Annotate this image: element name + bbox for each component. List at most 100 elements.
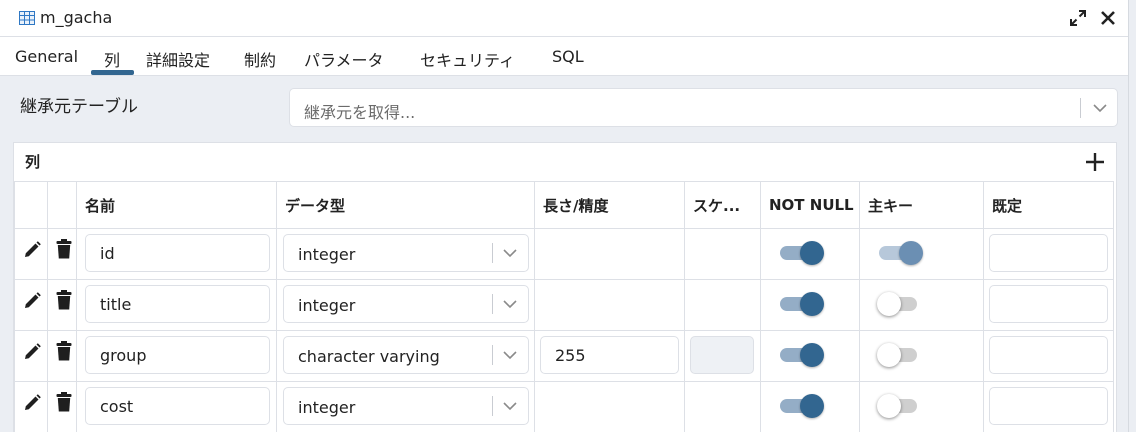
trash-icon[interactable] [56,239,72,259]
tab-columns[interactable]: 列 [104,47,120,71]
column-name-value: title [100,295,132,314]
column-name-value: id [100,244,115,263]
chevron-down-icon[interactable] [501,244,519,262]
tab-constraints[interactable]: 制約 [244,47,276,71]
dialog-title-bar: m_gacha [0,0,1128,37]
primary-key-toggle[interactable] [877,394,925,418]
trash-icon[interactable] [56,341,72,361]
datatype-select[interactable]: integer [283,234,529,272]
delete-cell [47,228,77,280]
pencil-icon[interactable] [22,393,42,413]
datatype-select[interactable]: integer [283,387,529,425]
datatype-value: integer [298,398,356,417]
select-divider [1080,98,1081,118]
default-input[interactable] [989,234,1108,272]
pencil-icon[interactable] [22,240,42,260]
scale-cell [684,228,761,280]
header-edit [14,181,48,229]
scale-cell [684,381,761,432]
header-length: 長さ/精度 [534,181,685,229]
table-header-row: 名前 データ型 長さ/精度 スケ... NOT NULL 主キー 既定 [14,181,1114,229]
edit-cell [14,381,48,432]
default-input[interactable] [989,387,1108,425]
header-scale: スケ... [684,181,761,229]
length-cell [534,381,685,432]
datatype-value: integer [298,245,356,264]
length-cell [534,279,685,331]
trash-icon[interactable] [56,290,72,310]
tab-general[interactable]: General [15,47,78,66]
column-name-value: group [100,346,147,365]
table-row: group character varying 255 [14,330,1114,382]
datatype-cell: integer [276,279,535,331]
default-input[interactable] [989,285,1108,323]
scale-input[interactable] [690,336,754,374]
column-name-input[interactable]: cost [85,387,270,425]
tab-advanced[interactable]: 詳細設定 [146,47,210,71]
tab-parameters[interactable]: パラメータ [304,47,384,71]
primary-key-cell [859,381,984,432]
not-null-toggle[interactable] [780,292,826,316]
not-null-toggle[interactable] [780,241,826,265]
table-row: id integer [14,228,1114,280]
primary-key-toggle[interactable] [877,292,925,316]
chevron-down-icon[interactable] [501,397,519,415]
default-cell [983,228,1114,280]
expand-icon[interactable] [1069,9,1087,27]
edit-cell [14,330,48,382]
primary-key-cell [859,279,984,331]
primary-key-cell [859,330,984,382]
tab-security[interactable]: セキュリティ [420,47,515,71]
name-cell: title [76,279,277,331]
header-name: 名前 [76,181,277,229]
chevron-down-icon[interactable] [501,346,519,364]
name-cell: group [76,330,277,382]
header-not-null: NOT NULL [760,181,860,229]
columns-table: 名前 データ型 長さ/精度 スケ... NOT NULL 主キー 既定 id in… [14,181,1114,432]
default-cell [983,381,1114,432]
column-name-input[interactable]: title [85,285,270,323]
name-cell: cost [76,381,277,432]
primary-key-toggle[interactable] [879,241,925,265]
dialog-title: m_gacha [40,8,113,27]
delete-cell [47,330,77,382]
not-null-toggle[interactable] [780,343,826,367]
scale-cell [684,330,761,382]
trash-icon[interactable] [56,392,72,412]
plus-icon[interactable] [1084,151,1106,173]
tab-bar: General 列 詳細設定 制約 パラメータ セキュリティ SQL [0,37,1128,76]
select-divider [492,243,493,263]
length-input[interactable]: 255 [540,336,679,374]
length-cell: 255 [534,330,685,382]
close-icon[interactable] [1099,7,1117,27]
not-null-cell [760,330,860,382]
active-tab-indicator [91,70,134,75]
datatype-select[interactable]: character varying [283,336,529,374]
table-row: cost integer [14,381,1114,432]
pencil-icon[interactable] [22,291,42,311]
primary-key-toggle[interactable] [877,343,925,367]
scale-cell [684,279,761,331]
pencil-icon[interactable] [22,342,42,362]
not-null-cell [760,279,860,331]
header-default: 既定 [983,181,1114,229]
select-divider [492,294,493,314]
default-input[interactable] [989,336,1108,374]
not-null-toggle[interactable] [780,394,826,418]
chevron-down-icon[interactable] [1091,99,1109,117]
edit-cell [14,228,48,280]
datatype-value: character varying [298,347,440,366]
tab-sql[interactable]: SQL [552,47,584,66]
datatype-select[interactable]: integer [283,285,529,323]
columns-panel-title: 列 [25,153,41,171]
inherit-label: 継承元テーブル [20,97,138,117]
select-divider [492,396,493,416]
length-cell [534,228,685,280]
column-name-input[interactable]: id [85,234,270,272]
name-cell: id [76,228,277,280]
column-name-input[interactable]: group [85,336,270,374]
default-cell [983,279,1114,331]
inherit-select[interactable]: 継承元を取得... [289,88,1118,127]
header-datatype: データ型 [276,181,535,229]
chevron-down-icon[interactable] [501,295,519,313]
